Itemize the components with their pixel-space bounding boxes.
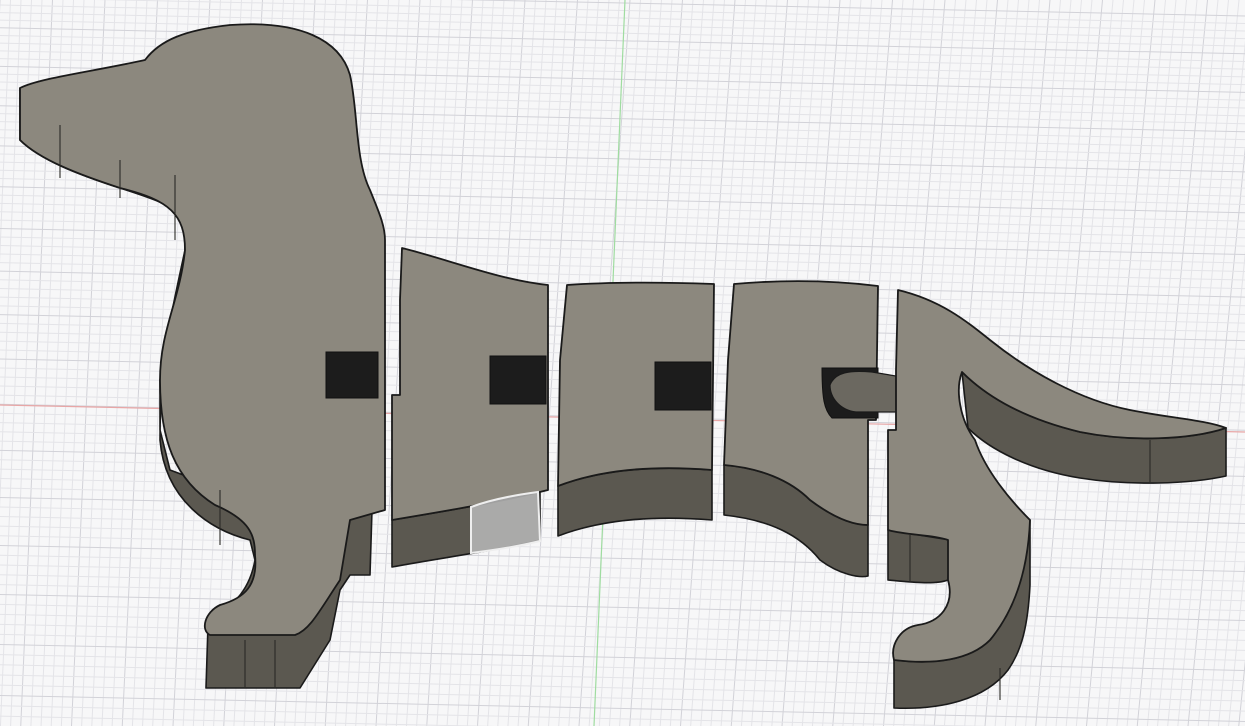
grid-line-horizontal (0, 4, 1245, 32)
grid-line-horizontal (0, 593, 1245, 621)
grid-line-vertical (1136, 0, 1208, 726)
body-segment-2[interactable] (557, 281, 715, 537)
grid-line-vertical (0, 0, 22, 509)
body-segment-3-peg (829, 370, 897, 413)
grid-line-horizontal (0, 654, 1245, 682)
grid-line-vertical (1197, 250, 1245, 726)
grid-line-vertical (1177, 40, 1245, 726)
3d-viewport-canvas[interactable] (0, 0, 1245, 726)
grid-line-horizontal (0, 603, 1245, 631)
grid-line-vertical (1146, 0, 1219, 726)
grid-line-horizontal (0, 613, 1245, 641)
grid-line-vertical (1217, 457, 1245, 726)
grid-line-vertical (1106, 0, 1177, 726)
body-segment-2-slot (654, 361, 712, 411)
body-segment-1[interactable] (391, 247, 549, 568)
grid-line-vertical (1167, 0, 1240, 726)
grid-line-horizontal (0, 674, 1245, 702)
grid-line-vertical (1228, 558, 1245, 726)
grid-line-vertical (1126, 0, 1198, 726)
grid-line-horizontal (0, 564, 1245, 592)
viewport-svg[interactable] (0, 0, 1245, 726)
head-joint-slot (325, 351, 379, 399)
grid-line-vertical (1157, 0, 1229, 726)
grid-line-horizontal (0, 554, 1245, 582)
grid-line-horizontal (454, 0, 1245, 17)
body-segment-1-slot (489, 355, 547, 405)
grid-line-vertical (1096, 0, 1166, 726)
grid-line-vertical (1116, 0, 1187, 726)
